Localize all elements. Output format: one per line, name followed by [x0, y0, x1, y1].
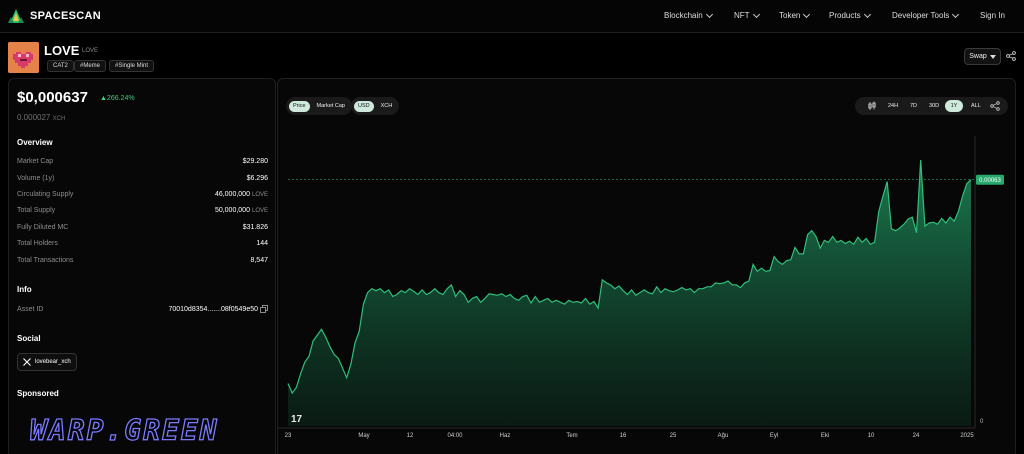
- x-tick-label: Ağu: [718, 433, 729, 439]
- x-tick-label: 12: [407, 433, 414, 439]
- x-tick-label: 23: [285, 433, 292, 439]
- x-tick-label: 16: [620, 433, 627, 439]
- x-tick-label: 2025: [960, 433, 974, 439]
- current-price-label: 0.00063: [979, 178, 1001, 184]
- x-tick-label: Tem: [566, 433, 577, 439]
- price-chart[interactable]: 0.00063 0 23 May 12 04:00 Haz Tem 16 25 Ağu Eyl Eki 1…: [0, 0, 1024, 454]
- x-tick-label: 10: [868, 433, 875, 439]
- tradingview-watermark: 17: [291, 414, 303, 425]
- x-tick-label: Haz: [500, 433, 511, 439]
- x-tick-label: Eyl: [770, 433, 778, 439]
- x-tick-label: 04:00: [447, 433, 463, 439]
- x-tick-label: May: [358, 433, 369, 439]
- x-tick-label: 24: [913, 433, 920, 439]
- x-tick-label: Eki: [821, 433, 829, 439]
- y-tick-label: 0: [980, 419, 984, 425]
- x-tick-label: 25: [670, 433, 677, 439]
